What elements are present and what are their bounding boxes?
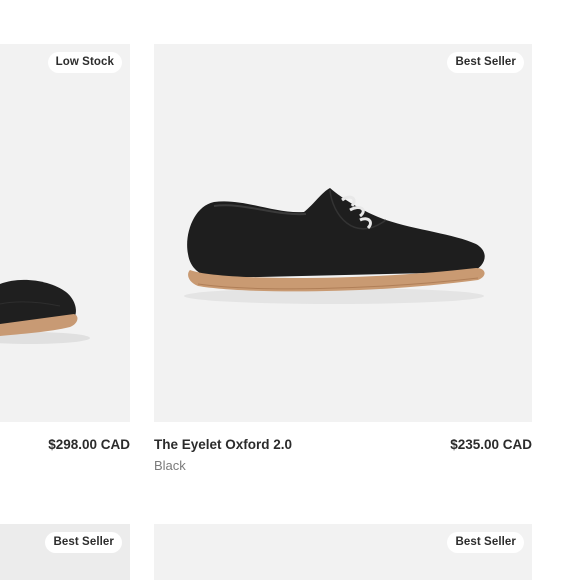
shoe-image xyxy=(184,188,485,304)
status-badge: Low Stock xyxy=(47,52,122,73)
status-badge: Best Seller xyxy=(447,532,524,553)
product-image[interactable]: Best Seller xyxy=(154,524,532,580)
product-price: $235.00 CAD xyxy=(450,437,532,452)
product-image[interactable]: Low Stock xyxy=(0,44,130,422)
product-price: $298.00 CAD xyxy=(48,437,130,452)
product-variant: Black xyxy=(154,458,186,473)
status-badge: Best Seller xyxy=(45,532,122,553)
product-image[interactable]: Best Seller xyxy=(0,524,130,580)
status-badge: Best Seller xyxy=(447,52,524,73)
product-title[interactable]: The Eyelet Oxford 2.0 xyxy=(154,437,292,452)
shoe-image xyxy=(0,279,90,344)
product-image[interactable]: Best Seller xyxy=(154,44,532,422)
